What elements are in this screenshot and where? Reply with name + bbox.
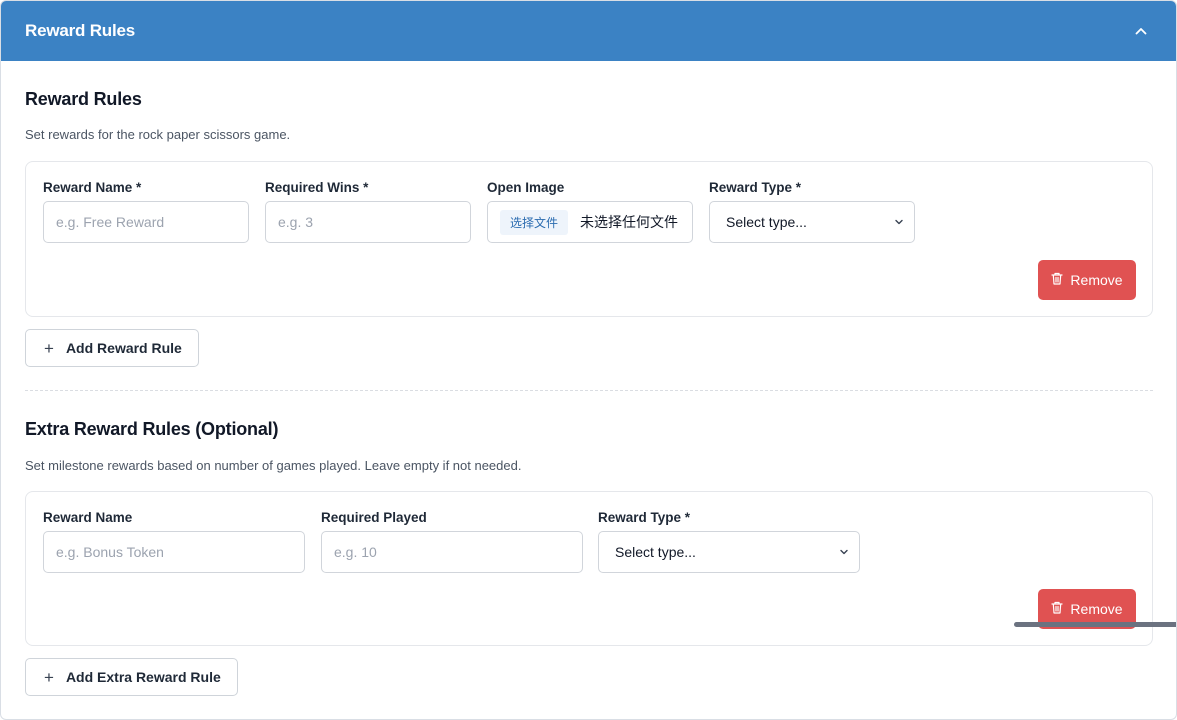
extra-reward-name-field: Reward Name	[43, 510, 305, 573]
extra-reward-rule-card: Reward Name Required Played Reward Type …	[25, 491, 1153, 646]
reward-rule-card: Reward Name * Required Wins * Open Image…	[25, 161, 1153, 317]
horizontal-scrollbar[interactable]	[1014, 622, 1176, 627]
required-wins-input[interactable]	[265, 201, 471, 243]
required-played-field: Required Played	[321, 510, 583, 573]
required-wins-field: Required Wins *	[265, 180, 471, 243]
reward-type-label: Reward Type *	[709, 180, 802, 195]
section-description-extra-rules: Set milestone rewards based on number of…	[25, 458, 522, 473]
add-reward-rule-label: Add Reward Rule	[65, 340, 182, 356]
remove-reward-rule-button[interactable]: Remove	[1038, 260, 1136, 300]
extra-reward-name-input[interactable]	[43, 531, 305, 573]
required-wins-label: Required Wins *	[265, 180, 369, 195]
remove-label: Remove	[1070, 601, 1123, 617]
section-title-extra-rules: Extra Reward Rules (Optional)	[25, 419, 279, 439]
extra-reward-name-label: Reward Name	[43, 510, 133, 525]
plus-icon: +	[44, 338, 54, 358]
reward-type-field: Reward Type * Select type...	[709, 180, 915, 243]
chevron-down-icon	[894, 214, 904, 230]
extra-reward-type-label: Reward Type *	[598, 510, 691, 525]
remove-label: Remove	[1070, 272, 1123, 288]
trash-icon	[1051, 272, 1064, 288]
required-played-input[interactable]	[321, 531, 583, 573]
section-description-reward-rules: Set rewards for the rock paper scissors …	[25, 127, 291, 142]
reward-name-label: Reward Name *	[43, 180, 142, 195]
open-image-label: Open Image	[487, 180, 565, 195]
extra-reward-type-selected-value: Select type...	[615, 544, 696, 560]
reward-type-selected-value: Select type...	[726, 214, 807, 230]
panel-title: Reward Rules	[25, 21, 136, 40]
reward-name-input[interactable]	[43, 201, 249, 243]
extra-reward-type-field: Reward Type * Select type...	[598, 510, 860, 573]
panel-header[interactable]: Reward Rules	[1, 1, 1176, 61]
extra-reward-type-select[interactable]: Select type...	[598, 531, 860, 573]
add-extra-reward-rule-label: Add Extra Reward Rule	[65, 669, 221, 685]
reward-type-select[interactable]: Select type...	[709, 201, 915, 243]
add-reward-rule-button[interactable]: + Add Reward Rule	[25, 329, 199, 367]
section-divider	[25, 390, 1153, 391]
required-played-label: Required Played	[321, 510, 427, 525]
add-extra-reward-rule-button[interactable]: + Add Extra Reward Rule	[25, 658, 238, 696]
chevron-down-icon	[839, 544, 849, 560]
open-image-file-input[interactable]: 选择文件 未选择任何文件	[487, 201, 693, 243]
reward-rules-panel: Reward Rules Reward Rules Set rewards fo…	[0, 0, 1177, 720]
open-image-field: Open Image 选择文件 未选择任何文件	[487, 180, 693, 243]
choose-file-button[interactable]: 选择文件	[500, 209, 569, 235]
reward-name-field: Reward Name *	[43, 180, 249, 243]
plus-icon: +	[44, 667, 54, 687]
file-status-text: 未选择任何文件	[580, 214, 679, 230]
trash-icon	[1051, 601, 1064, 617]
section-title-reward-rules: Reward Rules	[25, 89, 142, 109]
chevron-up-icon[interactable]	[1130, 20, 1152, 42]
